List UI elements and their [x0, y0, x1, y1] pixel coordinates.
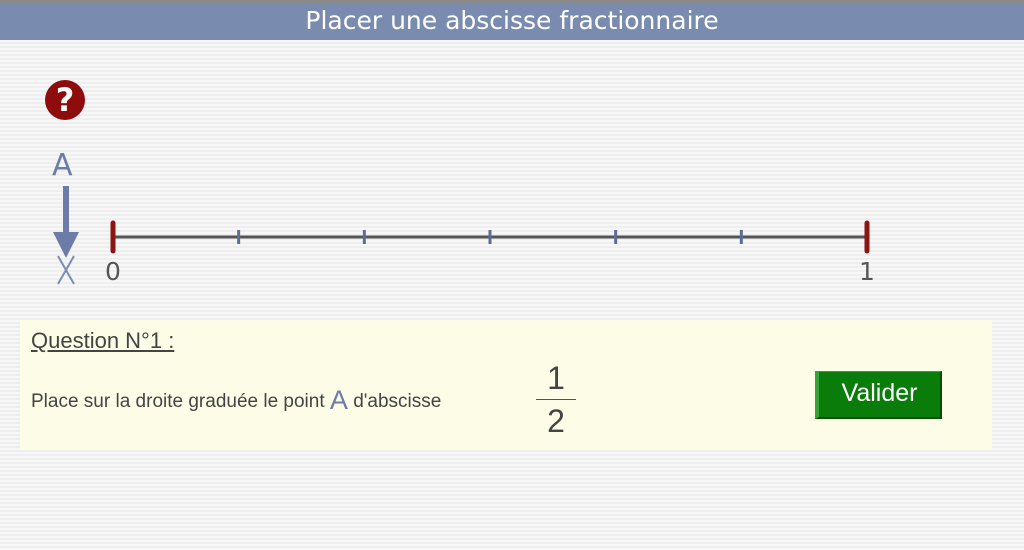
title-bar: Placer une abscisse fractionnaire [0, 0, 1024, 40]
instruction-text-end: d'abscisse [347, 391, 442, 412]
target-fraction: 1 2 [536, 358, 576, 441]
point-cross-marker[interactable] [57, 255, 75, 285]
help-button[interactable]: ? [45, 80, 85, 120]
draggable-point-arrow[interactable] [50, 186, 82, 286]
number-line[interactable]: 0 1 [100, 215, 890, 295]
number-line-start-label: 0 [105, 257, 121, 286]
down-arrow-icon [53, 186, 79, 258]
number-line-end-label: 1 [859, 257, 875, 286]
fraction-numerator: 1 [547, 360, 565, 396]
page-title: Placer une abscisse fractionnaire [305, 6, 719, 35]
fraction-denominator: 2 [547, 403, 565, 439]
point-label: A [52, 148, 73, 183]
instruction-point-name: A [329, 385, 348, 415]
instruction-text-start: Place sur la droite graduée le point [31, 391, 330, 412]
fraction-bar [536, 399, 576, 400]
question-title: Question N°1 : [31, 328, 175, 353]
validate-button[interactable]: Valider [815, 371, 942, 419]
number-line-graphic[interactable] [100, 215, 890, 255]
question-panel: Question N°1 : Place sur la droite gradu… [20, 320, 992, 450]
question-mark-icon: ? [55, 81, 75, 119]
question-instruction: Place sur la droite graduée le point A d… [31, 385, 441, 416]
